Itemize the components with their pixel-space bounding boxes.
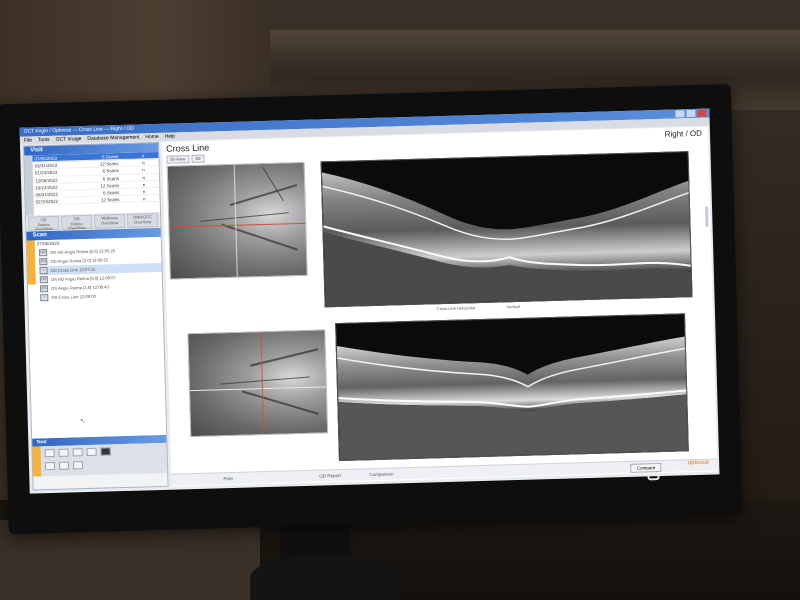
compare-button[interactable]: Compare bbox=[630, 463, 662, 473]
tool-zoom-icon[interactable] bbox=[44, 461, 56, 471]
oct-caption-right: Vertical bbox=[506, 303, 520, 310]
tab-en-face[interactable]: En Face bbox=[166, 155, 190, 164]
page-title: Cross Line bbox=[166, 142, 210, 154]
monitor: OCT Angio / Optovue — Cross Line — Right… bbox=[0, 83, 743, 535]
visit-list: 07/05/2023 6 Scans n 03/31/2023 12 Scans… bbox=[24, 151, 160, 216]
monitor-stand-base bbox=[250, 555, 400, 600]
menu-oct-image[interactable]: OCT Image bbox=[56, 135, 82, 144]
fundus-image-bottom[interactable] bbox=[187, 329, 329, 438]
maximize-icon[interactable] bbox=[686, 109, 696, 118]
scan-thumbnail-icon: OS bbox=[39, 258, 48, 266]
menu-database[interactable]: Database Management bbox=[87, 133, 139, 142]
scan-thumbnail-icon: OD bbox=[38, 249, 48, 257]
scan-thumbnail-icon: + bbox=[39, 267, 48, 275]
oct-caption-left: Cross Line Horizontal bbox=[436, 305, 476, 312]
oct-bscan-top[interactable] bbox=[320, 151, 693, 308]
footer-bar: Print OD Report Comparison Compare optov… bbox=[171, 458, 718, 486]
tab-os-retina-overview[interactable]: OS Retina OverView bbox=[61, 214, 93, 231]
tool-contrast-icon[interactable] bbox=[86, 447, 97, 457]
od-report-button[interactable]: OD Report bbox=[319, 472, 341, 480]
window-controls bbox=[675, 109, 707, 118]
tool-ruler-icon[interactable] bbox=[58, 448, 69, 457]
tool-brightness-icon[interactable] bbox=[72, 448, 83, 457]
minimize-icon[interactable] bbox=[675, 110, 685, 118]
scan-list: 07/05/2023 OD OD HD Angio Retina [6.0] 1… bbox=[26, 236, 167, 439]
oct-bscan-bottom[interactable] bbox=[335, 313, 689, 462]
menu-home[interactable]: Home bbox=[145, 133, 159, 141]
main-view: Cross Line Right / OD En Face 3D Cross L… bbox=[161, 126, 718, 487]
crosshair-vertical[interactable] bbox=[233, 164, 238, 277]
scrollbar-top[interactable] bbox=[705, 206, 709, 227]
menu-help[interactable]: Help bbox=[165, 132, 176, 140]
tab-3d[interactable]: 3D bbox=[191, 154, 205, 164]
scan-side-tab[interactable] bbox=[26, 240, 36, 285]
crosshair-horizontal[interactable] bbox=[189, 386, 326, 392]
menu-tools[interactable]: Tools bbox=[38, 136, 50, 144]
print-button[interactable]: Print bbox=[223, 475, 232, 482]
crosshair-vertical[interactable] bbox=[260, 332, 265, 435]
screen: OCT Angio / Optovue — Cross Line — Right… bbox=[19, 108, 720, 494]
mouse-cursor-icon: ↖ bbox=[79, 418, 86, 426]
crosshair-horizontal[interactable] bbox=[169, 222, 306, 228]
close-icon[interactable] bbox=[697, 109, 707, 117]
tool-pointer-icon[interactable] bbox=[44, 448, 55, 458]
tab-wellness-overview[interactable]: Wellness OverView bbox=[94, 213, 126, 229]
brand-logo: optovue bbox=[687, 459, 710, 467]
tool-invert-icon[interactable] bbox=[100, 447, 111, 456]
tool-area bbox=[32, 442, 168, 477]
eye-side-label: Right / OD bbox=[664, 128, 703, 139]
left-panel: Visit 07/05/2023 6 Scans n 03/31/2023 12… bbox=[23, 141, 169, 491]
tool-reset-icon[interactable] bbox=[72, 461, 84, 470]
comparison-button[interactable]: Comparison bbox=[369, 471, 393, 479]
tool-side-tab[interactable] bbox=[32, 446, 42, 477]
scan-thumbnail-icon: OS bbox=[39, 285, 49, 293]
menu-file[interactable]: File bbox=[24, 136, 32, 144]
view-tabs: En Face 3D bbox=[166, 154, 205, 164]
tool-annotate-icon[interactable] bbox=[58, 461, 70, 470]
tab-onh-gcc-overview[interactable]: ONH/GCC OverView bbox=[126, 212, 159, 228]
scan-thumbnail-icon: OS bbox=[39, 276, 48, 284]
tab-od-retina-overview[interactable]: OD Retina OverView bbox=[28, 215, 60, 232]
scan-thumbnail-icon: + bbox=[40, 294, 49, 302]
fundus-image-top[interactable] bbox=[166, 161, 308, 280]
